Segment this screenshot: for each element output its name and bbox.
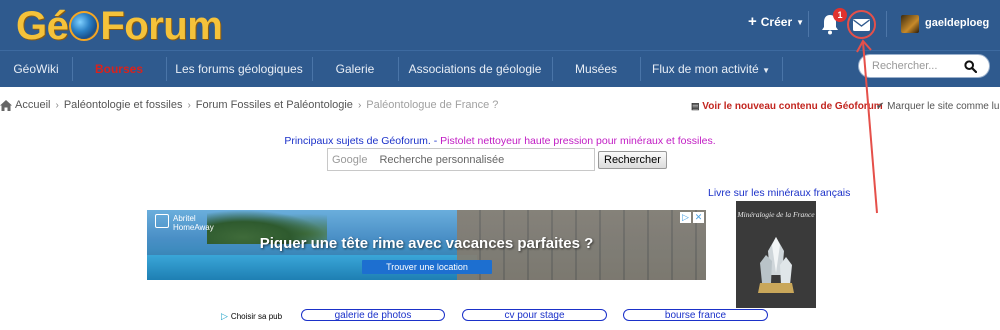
nav-item-forums[interactable]: Les forums géologiques [166, 51, 312, 87]
plus-icon: + [748, 13, 757, 30]
choose-ad-label: Choisir sa pub [230, 312, 283, 321]
newspaper-icon: ▤ [691, 101, 700, 111]
new-content-link[interactable]: ▤ Voir le nouveau contenu de Géoforum [691, 101, 883, 112]
ad-brand-logo: Abritel HomeAway [155, 214, 214, 232]
top-topics-prefix: Principaux sujets de Géoforum. - [284, 135, 441, 147]
create-button[interactable]: + Créer ▼ [748, 13, 805, 30]
top-topics-line: Principaux sujets de Géoforum. - Pistole… [0, 135, 1000, 147]
chevron-right-icon: › [357, 99, 362, 111]
site-search-input[interactable]: Rechercher... [858, 54, 990, 78]
advertisement-banner[interactable]: Abritel HomeAway Piquer une tête rime av… [147, 210, 706, 280]
breadcrumb-paleontologie[interactable]: Paléontologie et fossiles [64, 99, 183, 111]
choose-ad-link[interactable]: ▷ Choisir sa pub [221, 311, 282, 322]
new-content-label: Voir le nouveau contenu de Géoforum [702, 101, 883, 112]
chevron-right-icon: › [55, 99, 59, 111]
google-search-placeholder: Recherche personnalisée [379, 153, 505, 166]
chevron-right-icon: › [187, 99, 191, 111]
ad-choices-icon: ▷ [221, 311, 228, 321]
search-icon[interactable] [964, 60, 977, 73]
logo-text-right: Forum [100, 3, 223, 48]
google-search-button[interactable]: Rechercher [598, 151, 667, 169]
logo-text-left: Gé [16, 3, 69, 48]
create-label: Créer [760, 15, 793, 29]
home-icon[interactable] [0, 99, 12, 111]
main-navigation: GéoWiki Bourses Les forums géologiques G… [0, 50, 1000, 87]
ad-cta-button[interactable]: Trouver une location [362, 260, 492, 274]
link-bourse-france[interactable]: bourse france [623, 309, 768, 321]
book-link[interactable]: Livre sur les minéraux français [708, 187, 850, 199]
site-logo[interactable]: Gé Forum [16, 3, 223, 48]
caret-down-icon: ▼ [796, 17, 805, 27]
nav-item-galerie[interactable]: Galerie [312, 51, 398, 87]
ad-controls: ▷ ✕ [680, 212, 704, 223]
header-divider [886, 11, 887, 37]
nav-item-bourses[interactable]: Bourses [72, 51, 166, 87]
search-placeholder: Rechercher... [872, 60, 938, 72]
ad-brand-line1: Abritel [173, 214, 196, 223]
google-logo: Google [332, 153, 368, 166]
book-cover-image[interactable]: Minéralogie de la France [736, 201, 816, 308]
breadcrumb: Accueil › Paléontologie et fossiles › Fo… [0, 99, 498, 111]
nav-item-associations[interactable]: Associations de géologie [398, 51, 552, 87]
link-galerie-photos[interactable]: galerie de photos [301, 309, 445, 321]
link-cv-stage[interactable]: cv pour stage [462, 309, 607, 321]
ad-headline: Piquer une tête rime avec vacances parfa… [259, 235, 594, 252]
breadcrumb-home[interactable]: Accueil [15, 99, 50, 111]
nav-item-geowiki[interactable]: GéoWiki [0, 51, 72, 87]
site-header: Gé Forum + Créer ▼ 1 gaeldeploeg [0, 0, 1000, 50]
google-custom-search-input[interactable]: Google Recherche personnalisée [327, 148, 595, 171]
nav-item-activity-label: Flux de mon activité [652, 62, 759, 76]
header-divider [808, 11, 809, 37]
globe-icon [69, 11, 100, 41]
nav-divider [782, 57, 783, 81]
nav-item-musees[interactable]: Musées [552, 51, 640, 87]
breadcrumb-current-topic: Paléontologue de France ? [366, 99, 499, 111]
username-link[interactable]: gaeldeploeg [925, 17, 989, 29]
mark-read-label: Marquer le site comme lu [887, 101, 1000, 112]
check-icon: ✔ [876, 101, 885, 112]
book-title: Minéralogie de la France [737, 210, 815, 219]
caret-down-icon: ▼ [762, 66, 770, 75]
user-avatar[interactable] [901, 15, 919, 33]
ad-brand-line2: HomeAway [173, 223, 214, 232]
inbox-envelope-icon[interactable] [847, 10, 876, 39]
crystal-image [758, 237, 794, 293]
top-topic-link[interactable]: Pistolet nettoyeur haute pression pour m… [440, 135, 715, 147]
ad-choices-icon[interactable]: ▷ [680, 212, 691, 223]
close-icon[interactable]: ✕ [693, 212, 704, 223]
house-icon [155, 214, 169, 228]
nav-item-activity-feed[interactable]: Flux de mon activité ▼ [640, 51, 782, 87]
notification-count-badge: 1 [833, 8, 847, 22]
breadcrumb-forum-fossiles[interactable]: Forum Fossiles et Paléontologie [196, 99, 353, 111]
mark-site-read-link[interactable]: ✔ Marquer le site comme lu [876, 101, 999, 112]
